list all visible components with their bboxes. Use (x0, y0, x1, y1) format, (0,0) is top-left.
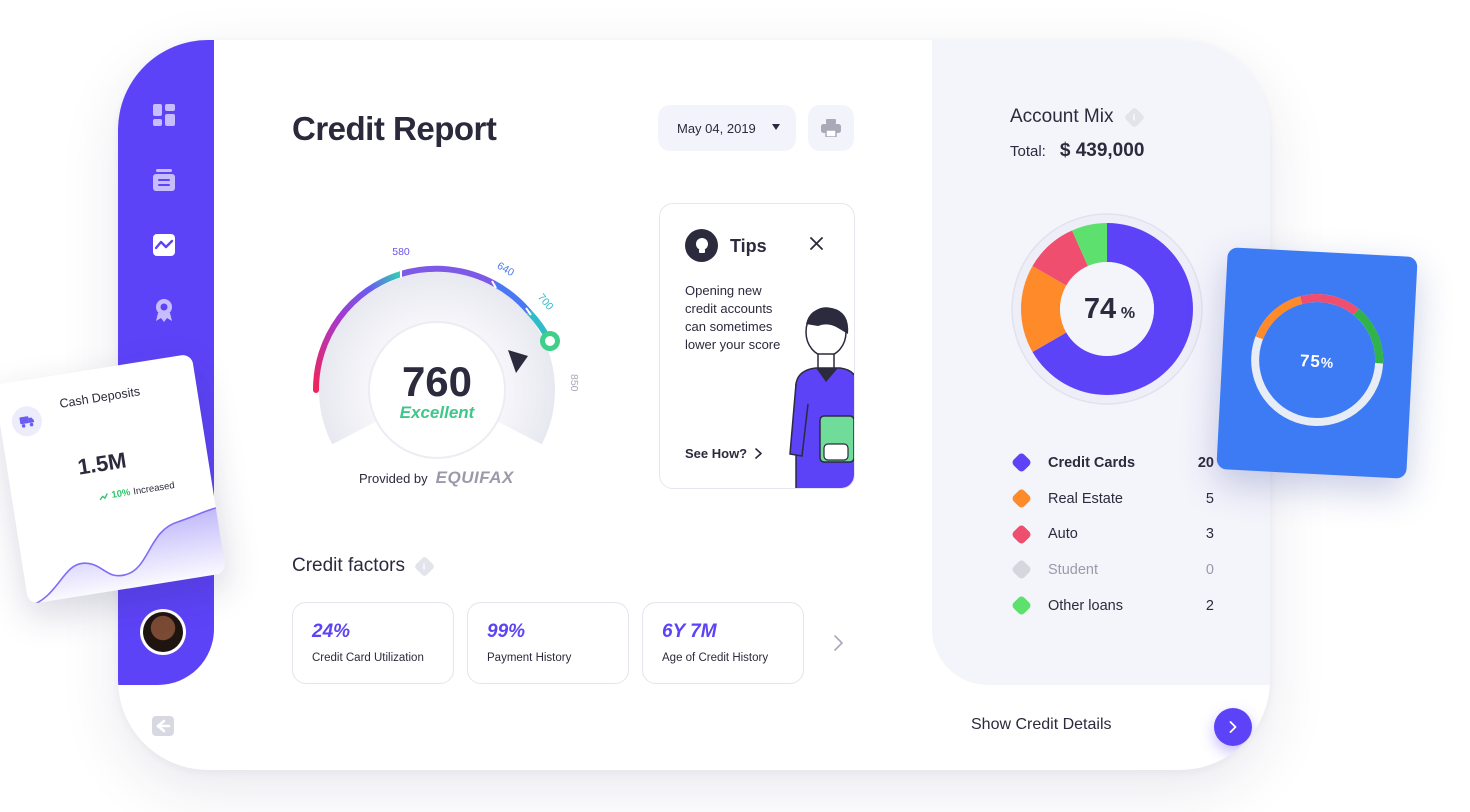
info-icon[interactable]: i (413, 555, 436, 577)
ring-segment-1 (1255, 296, 1303, 340)
info-icon[interactable]: i (1124, 106, 1146, 128)
legend-item-other-loans: Other loans 2 (1010, 588, 1232, 624)
donut-center-value: 74 (1084, 293, 1116, 325)
legend-label: Other loans (1048, 597, 1123, 614)
credit-factors-title: Credit factors (292, 555, 405, 576)
chevron-right-icon (755, 448, 762, 459)
total-label: Total: (1010, 143, 1046, 160)
tips-title: Tips (730, 236, 767, 256)
chart-icon[interactable] (151, 232, 177, 258)
show-credit-details-label[interactable]: Show Credit Details (971, 716, 1112, 734)
factor-value: 24% (312, 621, 351, 642)
factor-label: Credit Card Utilization (312, 652, 424, 664)
legend-swatch (1010, 452, 1033, 474)
factor-card-utilization[interactable]: 24% Credit Card Utilization (292, 602, 454, 684)
factor-card-payment-history[interactable]: 99% Payment History (467, 602, 629, 684)
caret-down-icon (772, 124, 780, 130)
gauge-tick-580: 580 (392, 246, 410, 258)
factor-value: 99% (487, 621, 526, 642)
total-value: $ 439,000 (1059, 140, 1145, 161)
close-icon[interactable] (810, 237, 823, 255)
account-mix-heading: Account Mix i (1010, 106, 1146, 128)
cash-deposits-title: Cash Deposits (58, 384, 142, 411)
account-mix-panel: Account Mix i Total: $ 439,000 74 % Cred… (932, 40, 1270, 685)
dashboard-icon[interactable] (151, 102, 177, 128)
show-credit-details-button[interactable] (1214, 708, 1252, 746)
printer-icon (821, 119, 841, 137)
avatar[interactable] (140, 609, 186, 655)
logout-icon[interactable] (152, 716, 174, 741)
legend-label: Credit Cards (1048, 454, 1136, 471)
truck-icon (9, 404, 45, 439)
chevron-right-icon[interactable] (834, 635, 843, 656)
legend-value: 5 (1205, 490, 1214, 507)
legend-label: Real Estate (1048, 490, 1123, 507)
factor-label: Age of Credit History (662, 652, 769, 664)
gauge-max-label: 850 (568, 374, 580, 392)
legend-label: Student (1048, 561, 1098, 578)
legend-value: 3 (1205, 526, 1214, 543)
date-dropdown[interactable]: May 04, 2019 (658, 105, 796, 151)
donut-center-unit: % (1121, 305, 1135, 322)
account-mix-legend: Credit Cards 20 Real Estate 5 Auto 3 Stu… (1010, 445, 1232, 624)
ring-segment-2 (1300, 294, 1359, 316)
legend-item-real-estate: Real Estate 5 (1010, 481, 1232, 517)
cash-deposits-value: 1.5M (75, 447, 129, 480)
tips-text: Opening new credit accounts can sometime… (685, 283, 781, 352)
legend-item-credit-cards: Credit Cards 20 (1010, 445, 1232, 481)
score-value: 760 (402, 358, 472, 405)
score-rating: Excellent (400, 403, 476, 422)
see-how-link[interactable]: See How? (685, 446, 762, 461)
equifax-logo: EQUIFAX (435, 468, 514, 487)
credit-factors-heading: Credit factors i (292, 555, 436, 577)
factor-label: Payment History (487, 652, 572, 664)
date-value: May 04, 2019 (677, 120, 756, 136)
progress-card: 75% (1216, 247, 1418, 479)
account-mix-total: Total: $ 439,000 (1010, 140, 1144, 162)
list-icon[interactable] (151, 167, 177, 193)
legend-swatch (1010, 559, 1033, 581)
lightbulb-icon (685, 229, 718, 262)
legend-label: Auto (1048, 526, 1078, 543)
cash-deposits-card: Cash Deposits 1.5M 10% Increased (0, 353, 227, 605)
legend-swatch (1010, 594, 1033, 617)
legend-swatch (1010, 487, 1033, 510)
legend-value: 2 (1205, 597, 1214, 614)
app-window: Credit Report May 04, 2019 580 640 700 8… (118, 40, 1270, 770)
gauge-tick-700: 700 (535, 292, 556, 313)
gauge-tick-640: 640 (495, 260, 516, 279)
provider-credit: Provided by EQUIFAX (359, 468, 514, 488)
provider-prefix: Provided by (359, 470, 428, 486)
factor-card-credit-age[interactable]: 6Y 7M Age of Credit History (642, 602, 804, 684)
page-title: Credit Report (292, 110, 497, 147)
legend-swatch (1010, 523, 1033, 545)
account-mix-donut: 74 % (1010, 212, 1204, 406)
factor-value: 6Y 7M (662, 621, 717, 642)
person-illustration (788, 304, 854, 488)
legend-item-auto: Auto 3 (1010, 516, 1232, 552)
chevron-right-icon (1229, 721, 1237, 733)
print-button[interactable] (808, 105, 854, 151)
see-how-label: See How? (685, 446, 748, 461)
legend-value: 0 (1205, 561, 1214, 578)
tips-card: Tips Opening new credit accounts can som… (659, 203, 855, 489)
account-mix-title: Account Mix (1010, 106, 1114, 127)
legend-value: 20 (1197, 454, 1214, 471)
legend-item-student: Student 0 (1010, 552, 1232, 588)
award-icon[interactable] (151, 297, 177, 323)
